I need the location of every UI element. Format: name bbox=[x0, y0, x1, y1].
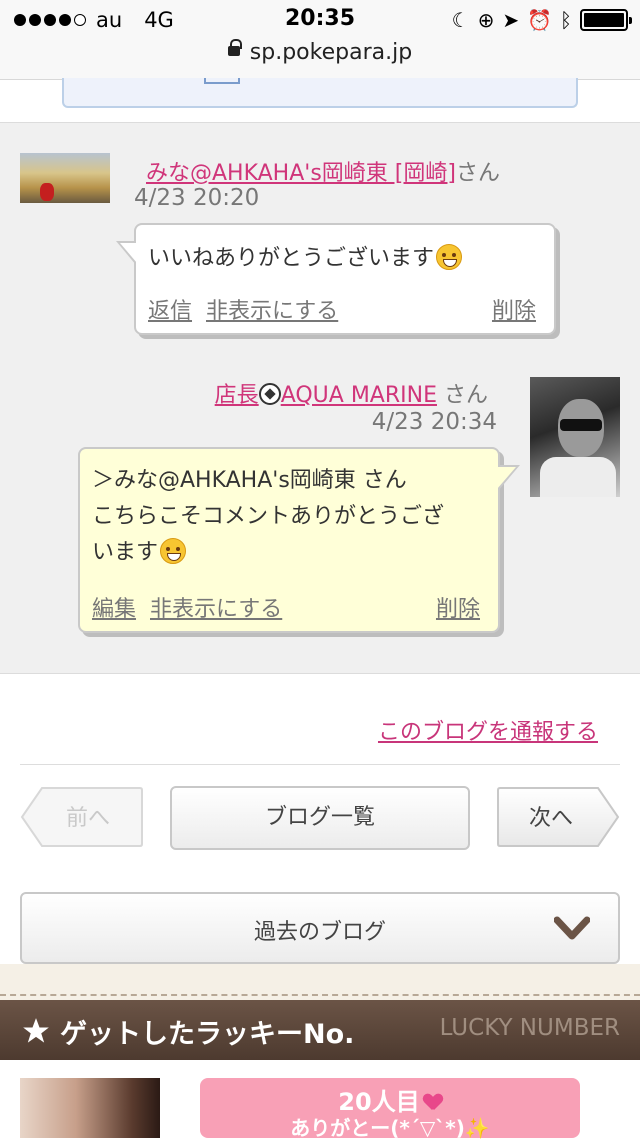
battery-icon bbox=[580, 9, 632, 31]
comment-text: いいねありがとうございます bbox=[148, 241, 463, 277]
section-spacer bbox=[0, 964, 640, 1004]
reply-author-link[interactable]: 店長 AQUA MARINE bbox=[215, 383, 437, 408]
previous-box-bottom bbox=[62, 78, 578, 108]
user-photo[interactable] bbox=[20, 1078, 160, 1138]
past-blogs-dropdown[interactable]: 過去のブログ bbox=[20, 892, 620, 964]
section-subtitle: LUCKY NUMBER bbox=[439, 1015, 620, 1041]
location-icon: ➤ bbox=[502, 8, 520, 32]
honorific: さん bbox=[443, 383, 488, 408]
lock-icon bbox=[227, 39, 242, 56]
comment-bubble: いいねありがとうございます 返信 非表示にする 削除 bbox=[116, 223, 556, 335]
smiling-face-icon bbox=[160, 538, 187, 564]
rotation-lock-icon: ⊕ bbox=[477, 8, 495, 32]
chevron-down-icon bbox=[554, 916, 590, 940]
report-blog-link[interactable]: このブログを通報する bbox=[378, 714, 598, 746]
reply-text: ＞みな@AHKAHA's岡崎東 さん こちらこそコメントありがとうござ います bbox=[92, 468, 445, 565]
moon-icon: ☾ bbox=[451, 8, 470, 32]
edit-link[interactable]: 編集 bbox=[92, 591, 136, 623]
comment-author-link[interactable]: みな@AHKAHA's岡崎東 [岡崎] bbox=[146, 161, 456, 186]
grinning-face-icon bbox=[436, 244, 463, 270]
delete-link[interactable]: 削除 bbox=[436, 591, 480, 623]
divider bbox=[20, 764, 620, 765]
honorific: さん bbox=[455, 161, 500, 186]
blog-list-button[interactable]: ブログ一覧 bbox=[170, 786, 470, 850]
hide-link[interactable]: 非表示にする bbox=[206, 293, 338, 325]
delete-link[interactable]: 削除 bbox=[492, 293, 536, 325]
url-bar[interactable]: sp.pokepara.jp bbox=[0, 39, 640, 65]
url-domain: sp.pokepara.jp bbox=[249, 40, 413, 65]
lucky-message-card: 20人目 ありがとー(*´▽`*)✨ bbox=[200, 1078, 580, 1140]
lucky-entry: 20人目 ありがとー(*´▽`*)✨ bbox=[0, 1060, 640, 1140]
lucky-message: ありがとー(*´▽`*)✨ bbox=[290, 1116, 490, 1140]
shop-manager-avatar[interactable] bbox=[530, 377, 620, 497]
soccer-ball-icon bbox=[258, 383, 281, 405]
status-icons: ☾ ⊕ ➤ ⏰ ᛒ bbox=[451, 8, 632, 32]
reply-author: 店長 AQUA MARINE さん bbox=[215, 377, 488, 409]
next-button[interactable]: 次へ bbox=[496, 786, 620, 848]
star-icon bbox=[23, 1018, 49, 1043]
lucky-number-header: ゲットしたラッキーNo. LUCKY NUMBER bbox=[0, 1000, 640, 1060]
hide-link[interactable]: 非表示にする bbox=[150, 591, 282, 623]
dashed-divider bbox=[0, 994, 640, 996]
status-bar: au 4G 20:35 ☾ ⊕ ➤ ⏰ ᛒ sp.pokepara.jp bbox=[0, 0, 640, 80]
reply-link[interactable]: 返信 bbox=[148, 293, 192, 325]
bluetooth-icon: ᛒ bbox=[560, 8, 572, 32]
comment-author: みな@AHKAHA's岡崎東 [岡崎]さん bbox=[146, 155, 500, 187]
alarm-icon: ⏰ bbox=[527, 8, 552, 32]
reply-date: 4/23 20:34 bbox=[371, 409, 497, 435]
commenter-avatar[interactable] bbox=[20, 153, 110, 203]
comment-date: 4/23 20:20 bbox=[134, 185, 260, 211]
prev-button[interactable]: 前へ bbox=[20, 786, 144, 848]
comments-section: みな@AHKAHA's岡崎東 [岡崎]さん 4/23 20:20 いいねありがと… bbox=[0, 122, 640, 674]
heart-icon bbox=[424, 1094, 442, 1110]
reply-bubble: ＞みな@AHKAHA's岡崎東 さん こちらこそコメントありがとうござ います … bbox=[78, 447, 520, 633]
section-title: ゲットしたラッキーNo. bbox=[60, 1019, 355, 1050]
